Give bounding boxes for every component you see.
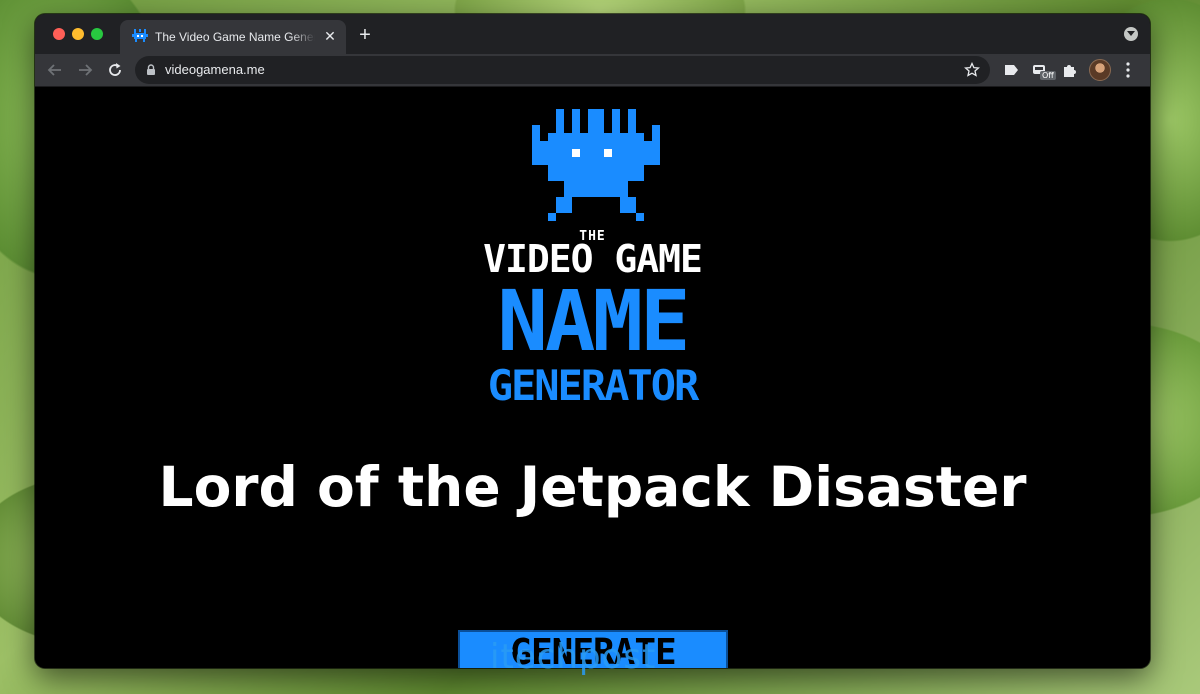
tab-bar: The Video Game Name Generator ✕ + (35, 14, 1150, 54)
reload-icon[interactable] (106, 61, 124, 79)
extension-badge: Off (1040, 71, 1056, 80)
chevron-down-icon (1127, 31, 1135, 36)
lock-icon[interactable] (146, 64, 156, 76)
more-menu-icon[interactable] (1125, 61, 1131, 79)
profile-avatar[interactable] (1089, 59, 1111, 81)
close-window-button[interactable] (53, 28, 65, 40)
tab-title: The Video Game Name Generator (155, 30, 315, 44)
maximize-window-button[interactable] (91, 28, 103, 40)
browser-toolbar: videogamena.me Off (35, 54, 1150, 87)
back-arrow-icon[interactable] (46, 61, 64, 79)
tag-extension-icon[interactable] (1002, 61, 1020, 79)
logo-name-text: NAME (497, 272, 690, 370)
extension-off-button[interactable]: Off (1031, 61, 1056, 80)
generated-game-name: Lord of the Jetpack Disaster (158, 455, 1027, 519)
bookmark-star-icon[interactable] (964, 62, 980, 78)
browser-window: The Video Game Name Generator ✕ + videog… (35, 14, 1150, 668)
tab-active[interactable]: The Video Game Name Generator ✕ (120, 20, 346, 54)
forward-arrow-icon[interactable] (76, 61, 94, 79)
page-content: THE VIDEO GAME NAME GENERATOR Lord of th… (35, 87, 1150, 668)
minimize-window-button[interactable] (72, 28, 84, 40)
invader-favicon-icon (132, 29, 148, 42)
tab-search-button[interactable] (1124, 27, 1138, 41)
tab-close-icon[interactable]: ✕ (322, 28, 338, 44)
new-tab-button[interactable]: + (355, 25, 375, 45)
address-bar[interactable]: videogamena.me (135, 56, 990, 84)
puzzle-extensions-icon[interactable] (1061, 61, 1079, 79)
url-text: videogamena.me (165, 62, 265, 77)
space-invader-logo-icon (532, 109, 660, 221)
logo-generator-text: GENERATOR (487, 361, 700, 410)
watermark-text: itechpost (490, 637, 657, 677)
